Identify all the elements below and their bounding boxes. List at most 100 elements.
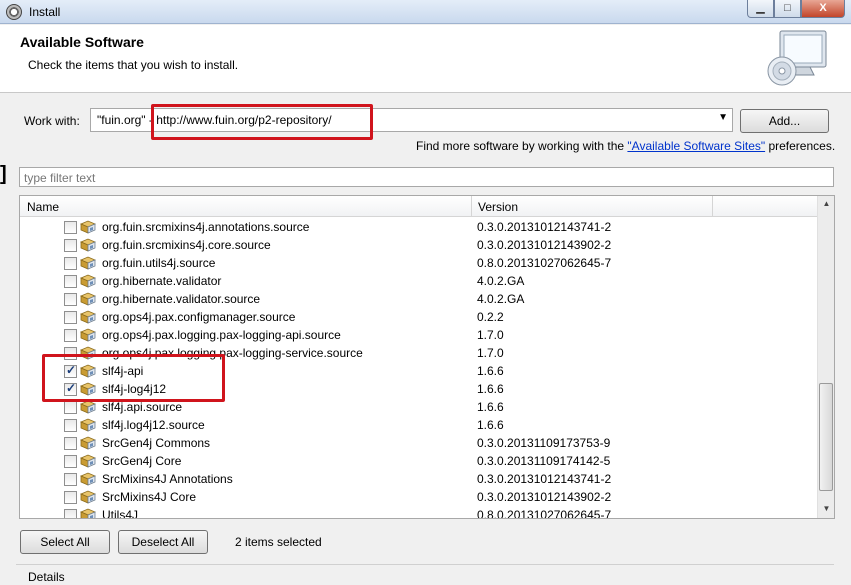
row-version: 0.3.0.20131012143741-2 bbox=[477, 472, 612, 486]
row-checkbox[interactable] bbox=[64, 473, 77, 486]
table-row[interactable]: org.hibernate.validator 4.0.2.GA bbox=[20, 272, 817, 290]
row-version: 0.2.2 bbox=[477, 310, 504, 324]
vertical-scrollbar[interactable]: ▲ ▼ bbox=[817, 196, 834, 518]
table-row[interactable]: org.fuin.utils4j.source 0.8.0.20131027062… bbox=[20, 254, 817, 272]
edge-artifact: ] bbox=[0, 163, 7, 185]
plugin-feature-icon bbox=[79, 454, 97, 468]
row-checkbox[interactable] bbox=[64, 329, 77, 342]
row-name: org.ops4j.pax.logging.pax-logging-servic… bbox=[102, 346, 363, 360]
find-more-suffix: preferences. bbox=[765, 139, 836, 153]
row-checkbox[interactable] bbox=[64, 419, 77, 432]
available-software-sites-link[interactable]: "Available Software Sites" bbox=[627, 139, 765, 153]
row-name: SrcGen4j Commons bbox=[102, 436, 211, 450]
row-checkbox[interactable] bbox=[64, 509, 77, 518]
row-name: org.hibernate.validator.source bbox=[102, 292, 261, 306]
row-version: 1.6.6 bbox=[477, 364, 504, 378]
table-row[interactable]: org.hibernate.validator.source 4.0.2.GA bbox=[20, 290, 817, 308]
window-title: Install bbox=[29, 5, 61, 19]
maximize-button[interactable]: □ bbox=[774, 0, 801, 18]
column-divider[interactable] bbox=[712, 196, 713, 217]
row-version: 0.3.0.20131012143902-2 bbox=[477, 490, 612, 504]
table-row[interactable]: SrcGen4j Core 0.3.0.20131109174142-5 bbox=[20, 452, 817, 470]
row-checkbox[interactable] bbox=[64, 437, 77, 450]
select-all-button[interactable]: Select All bbox=[20, 530, 110, 554]
deselect-all-button[interactable]: Deselect All bbox=[118, 530, 208, 554]
table-row[interactable]: slf4j-log4j12 1.6.6 bbox=[20, 380, 817, 398]
row-name: org.fuin.srcmixins4j.core.source bbox=[102, 238, 271, 252]
row-name: slf4j-api bbox=[102, 364, 144, 378]
wizard-banner: Available Software Check the items that … bbox=[0, 25, 851, 93]
row-version: 4.0.2.GA bbox=[477, 292, 525, 306]
row-version: 0.3.0.20131109174142-5 bbox=[477, 454, 611, 468]
close-button[interactable]: X bbox=[801, 0, 845, 18]
table-row[interactable]: slf4j.log4j12.source 1.6.6 bbox=[20, 416, 817, 434]
row-version: 0.8.0.20131027062645-7 bbox=[477, 508, 612, 519]
row-name: org.ops4j.pax.configmanager.source bbox=[102, 310, 296, 324]
row-checkbox[interactable] bbox=[64, 491, 77, 504]
table-row[interactable]: slf4j.api.source 1.6.6 bbox=[20, 398, 817, 416]
add-site-button[interactable]: Add... bbox=[740, 109, 829, 133]
row-checkbox[interactable] bbox=[64, 347, 77, 360]
row-name: slf4j.log4j12.source bbox=[102, 418, 205, 432]
plugin-feature-icon bbox=[79, 220, 97, 234]
row-checkbox[interactable] bbox=[64, 381, 77, 396]
work-with-combo[interactable]: "fuin.org" - http://www.fuin.org/p2-repo… bbox=[90, 108, 733, 132]
row-name: slf4j-log4j12 bbox=[102, 382, 167, 396]
chevron-down-icon[interactable]: ▼ bbox=[718, 112, 728, 123]
eclipse-icon bbox=[6, 4, 22, 20]
plugin-feature-icon bbox=[79, 382, 97, 396]
plugin-feature-icon bbox=[79, 310, 97, 324]
minimize-button[interactable]: ▁ bbox=[747, 0, 774, 18]
row-checkbox[interactable] bbox=[64, 257, 77, 270]
table-row[interactable]: org.fuin.srcmixins4j.annotations.source 0… bbox=[20, 218, 817, 236]
column-header-version[interactable]: Version bbox=[478, 200, 518, 214]
scroll-down-icon[interactable]: ▼ bbox=[818, 501, 834, 517]
table-row[interactable]: SrcGen4j Commons 0.3.0.20131109173753-9 bbox=[20, 434, 817, 452]
row-name: org.fuin.utils4j.source bbox=[102, 256, 216, 270]
table-row[interactable]: slf4j-api 1.6.6 bbox=[20, 362, 817, 380]
row-version: 1.6.6 bbox=[477, 400, 504, 414]
table-row[interactable]: org.fuin.srcmixins4j.core.source 0.3.0.20… bbox=[20, 236, 817, 254]
plugin-feature-icon bbox=[79, 256, 97, 270]
row-version: 0.3.0.20131109173753-9 bbox=[477, 436, 611, 450]
row-checkbox[interactable] bbox=[64, 401, 77, 414]
row-checkbox[interactable] bbox=[64, 311, 77, 324]
plugin-feature-icon bbox=[79, 364, 97, 378]
work-with-label: Work with: bbox=[24, 114, 80, 128]
row-checkbox[interactable] bbox=[64, 363, 77, 378]
table-row[interactable]: org.ops4j.pax.configmanager.source 0.2.2 bbox=[20, 308, 817, 326]
row-checkbox[interactable] bbox=[64, 455, 77, 468]
page-description: Check the items that you wish to install… bbox=[28, 58, 239, 72]
row-name: SrcGen4j Core bbox=[102, 454, 182, 468]
plugin-feature-icon bbox=[79, 328, 97, 342]
install-cd-monitor-icon bbox=[767, 30, 827, 86]
row-checkbox[interactable] bbox=[64, 293, 77, 306]
table-row[interactable]: SrcMixins4J Core 0.3.0.20131012143902-2 bbox=[20, 488, 817, 506]
row-checkbox[interactable] bbox=[64, 275, 77, 288]
row-checkbox[interactable] bbox=[64, 239, 77, 252]
row-name: org.hibernate.validator bbox=[102, 274, 222, 288]
row-version: 0.3.0.20131012143902-2 bbox=[477, 238, 612, 252]
table-row[interactable]: org.ops4j.pax.logging.pax-logging-servic… bbox=[20, 344, 817, 362]
title-bar: Install ▁ □ X bbox=[0, 0, 851, 24]
table-body: org.fuin.srcmixins4j.annotations.source 0… bbox=[20, 218, 817, 519]
filter-input[interactable]: type filter text bbox=[19, 167, 834, 187]
details-divider bbox=[16, 564, 834, 565]
filter-placeholder: type filter text bbox=[24, 171, 96, 185]
table-row[interactable]: org.ops4j.pax.logging.pax-logging-api.so… bbox=[20, 326, 817, 344]
row-checkbox[interactable] bbox=[64, 221, 77, 234]
plugin-feature-icon bbox=[79, 238, 97, 252]
scroll-up-icon[interactable]: ▲ bbox=[818, 196, 834, 212]
plugin-feature-icon bbox=[79, 490, 97, 504]
plugin-feature-icon bbox=[79, 472, 97, 486]
table-row[interactable]: SrcMixins4J Annotations 0.3.0.20131012143… bbox=[20, 470, 817, 488]
row-version: 0.8.0.20131027062645-7 bbox=[477, 256, 612, 270]
plugin-feature-icon bbox=[79, 346, 97, 360]
row-version: 1.7.0 bbox=[477, 346, 504, 360]
column-header-name[interactable]: Name bbox=[27, 200, 59, 214]
table-row[interactable]: Utils4J 0.8.0.20131027062645-7 bbox=[20, 506, 817, 519]
plugin-feature-icon bbox=[79, 508, 97, 518]
scrollbar-thumb[interactable] bbox=[819, 383, 833, 491]
row-version: 4.0.2.GA bbox=[477, 274, 525, 288]
column-divider[interactable] bbox=[471, 196, 472, 217]
